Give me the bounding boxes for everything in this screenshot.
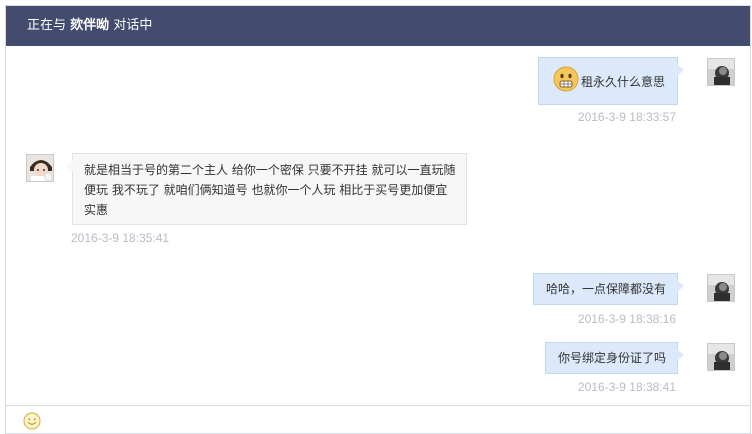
message-text: 租永久什么意思 [581,75,666,89]
smiley-icon[interactable] [23,412,41,430]
input-divider [6,405,750,406]
avatar-contact [26,154,54,182]
avatar-self-image [708,344,734,370]
chat-header: 正在与 欬伴呦 对话中 [6,6,750,46]
message-bubble: 租永久什么意思 [538,57,684,105]
message-text: 就是相当于号的第二个主人 给你一个密保 只要不开挂 就可以一直玩随便玩 我不玩了… [84,163,456,217]
message-time: 2016-3-9 18:38:16 [577,312,676,326]
message-text: 你号绑定身份证了吗 [558,351,667,365]
avatar-self [707,343,735,371]
grimace-emoji-icon [553,66,579,92]
avatar-self-image [708,59,734,85]
message-bubble: 就是相当于号的第二个主人 给你一个密保 只要不开挂 就可以一直玩随便玩 我不玩了… [66,153,467,225]
avatar-self-image [708,275,734,301]
avatar-self [707,274,735,302]
message-time: 2016-3-9 18:38:41 [577,380,676,394]
avatar-self [707,58,735,86]
header-nickname: 欬伴呦 [70,18,110,33]
chat-window: 正在与 欬伴呦 对话中 租永久什么意思 2016-3-9 18:33:57 就是… [5,5,751,434]
message-text: 哈哈，一点保障都没有 [546,282,667,296]
header-suffix: 对话中 [113,18,153,33]
avatar-contact-image [27,155,53,181]
header-prefix: 正在与 [27,18,67,33]
message-bubble: 你号绑定身份证了吗 [545,342,684,374]
message-bubble: 哈哈，一点保障都没有 [533,273,684,305]
message-time: 2016-3-9 18:35:41 [71,231,170,245]
message-time: 2016-3-9 18:33:57 [577,110,676,124]
